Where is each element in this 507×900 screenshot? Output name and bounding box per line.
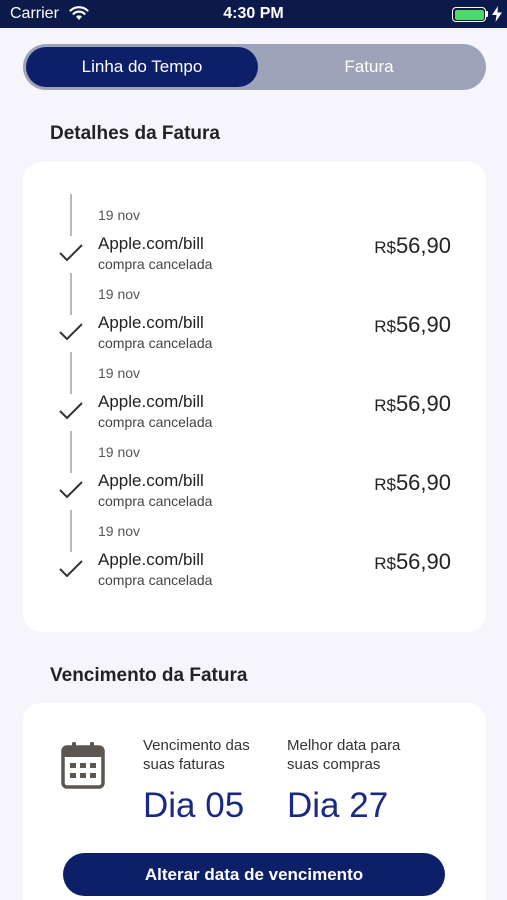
currency-symbol: R$: [374, 396, 396, 415]
timeline-item[interactable]: 19 nov Apple.com/bill compra cancelada R…: [23, 273, 486, 352]
timeline-item[interactable]: 19 nov Apple.com/bill compra cancelada R…: [23, 194, 486, 273]
due-date-title: Vencimento da Fatura: [50, 665, 248, 686]
check-icon: [59, 244, 83, 262]
merchant-name: Apple.com/bill: [98, 550, 204, 569]
timeline-item[interactable]: 19 nov Apple.com/bill compra cancelada R…: [23, 352, 486, 431]
timeline-connector: [70, 194, 72, 236]
battery-icon: [452, 7, 486, 22]
due-date-card: Vencimento das suas faturas Dia 05 Melho…: [23, 703, 486, 900]
due-date-block: Vencimento das suas faturas Dia 05: [143, 736, 250, 826]
timeline-connector: [70, 273, 72, 315]
due-date-value: Dia 05: [143, 786, 245, 825]
check-icon: [59, 560, 83, 578]
transaction-date: 19 nov: [98, 365, 141, 381]
charging-icon: [492, 6, 502, 22]
transaction-status: compra cancelada: [98, 335, 213, 351]
transaction-amount: R$56,90: [374, 233, 451, 259]
view-switcher: Linha do Tempo Fatura: [23, 44, 486, 90]
due-date-label-line1: Vencimento das: [143, 737, 250, 754]
amount-value: 56,90: [395, 549, 451, 574]
transaction-status: compra cancelada: [98, 572, 213, 588]
amount-value: 56,90: [395, 391, 451, 416]
transaction-status: compra cancelada: [98, 256, 213, 272]
merchant-name: Apple.com/bill: [98, 392, 204, 411]
currency-symbol: R$: [374, 317, 396, 336]
transaction-date: 19 nov: [98, 207, 141, 223]
transaction-amount: R$56,90: [374, 470, 451, 496]
check-icon: [59, 481, 83, 499]
transaction-amount: R$56,90: [374, 391, 451, 417]
best-date-value: Dia 27: [287, 786, 389, 825]
merchant-name: Apple.com/bill: [98, 234, 204, 253]
change-due-date-button[interactable]: Alterar data de vencimento: [63, 853, 445, 896]
invoice-details-title: Detalhes da Fatura: [50, 123, 220, 144]
currency-symbol: R$: [374, 475, 396, 494]
merchant-name: Apple.com/bill: [98, 313, 204, 332]
tab-linha-do-tempo[interactable]: Linha do Tempo: [26, 47, 258, 87]
amount-value: 56,90: [395, 312, 451, 337]
battery-tip: [486, 11, 488, 17]
amount-value: 56,90: [395, 470, 451, 495]
transaction-date: 19 nov: [98, 444, 141, 460]
transaction-amount: R$56,90: [374, 312, 451, 338]
transaction-status: compra cancelada: [98, 414, 213, 430]
invoice-timeline-card: 19 nov Apple.com/bill compra cancelada R…: [23, 162, 486, 632]
timeline-item[interactable]: 19 nov Apple.com/bill compra cancelada R…: [23, 510, 486, 589]
amount-value: 56,90: [395, 233, 451, 258]
transaction-date: 19 nov: [98, 523, 141, 539]
status-bar: Carrier 4:30 PM: [0, 0, 507, 28]
transaction-amount: R$56,90: [374, 549, 451, 575]
best-date-block: Melhor data para suas compras Dia 27: [287, 736, 400, 826]
merchant-name: Apple.com/bill: [98, 471, 204, 490]
calendar-icon: [61, 742, 105, 789]
transaction-date: 19 nov: [98, 286, 141, 302]
clock: 4:30 PM: [223, 5, 284, 22]
check-icon: [59, 323, 83, 341]
tab-fatura[interactable]: Fatura: [253, 47, 485, 87]
transaction-status: compra cancelada: [98, 493, 213, 509]
best-date-label-line1: Melhor data para: [287, 737, 401, 754]
best-date-label-line2: suas compras: [287, 756, 381, 773]
timeline-item[interactable]: 19 nov Apple.com/bill compra cancelada R…: [23, 431, 486, 510]
timeline-connector: [70, 510, 72, 552]
timeline-connector: [70, 431, 72, 473]
currency-symbol: R$: [374, 554, 396, 573]
due-date-label-line2: suas faturas: [143, 756, 225, 773]
currency-symbol: R$: [374, 238, 396, 257]
timeline-connector: [70, 352, 72, 394]
check-icon: [59, 402, 83, 420]
